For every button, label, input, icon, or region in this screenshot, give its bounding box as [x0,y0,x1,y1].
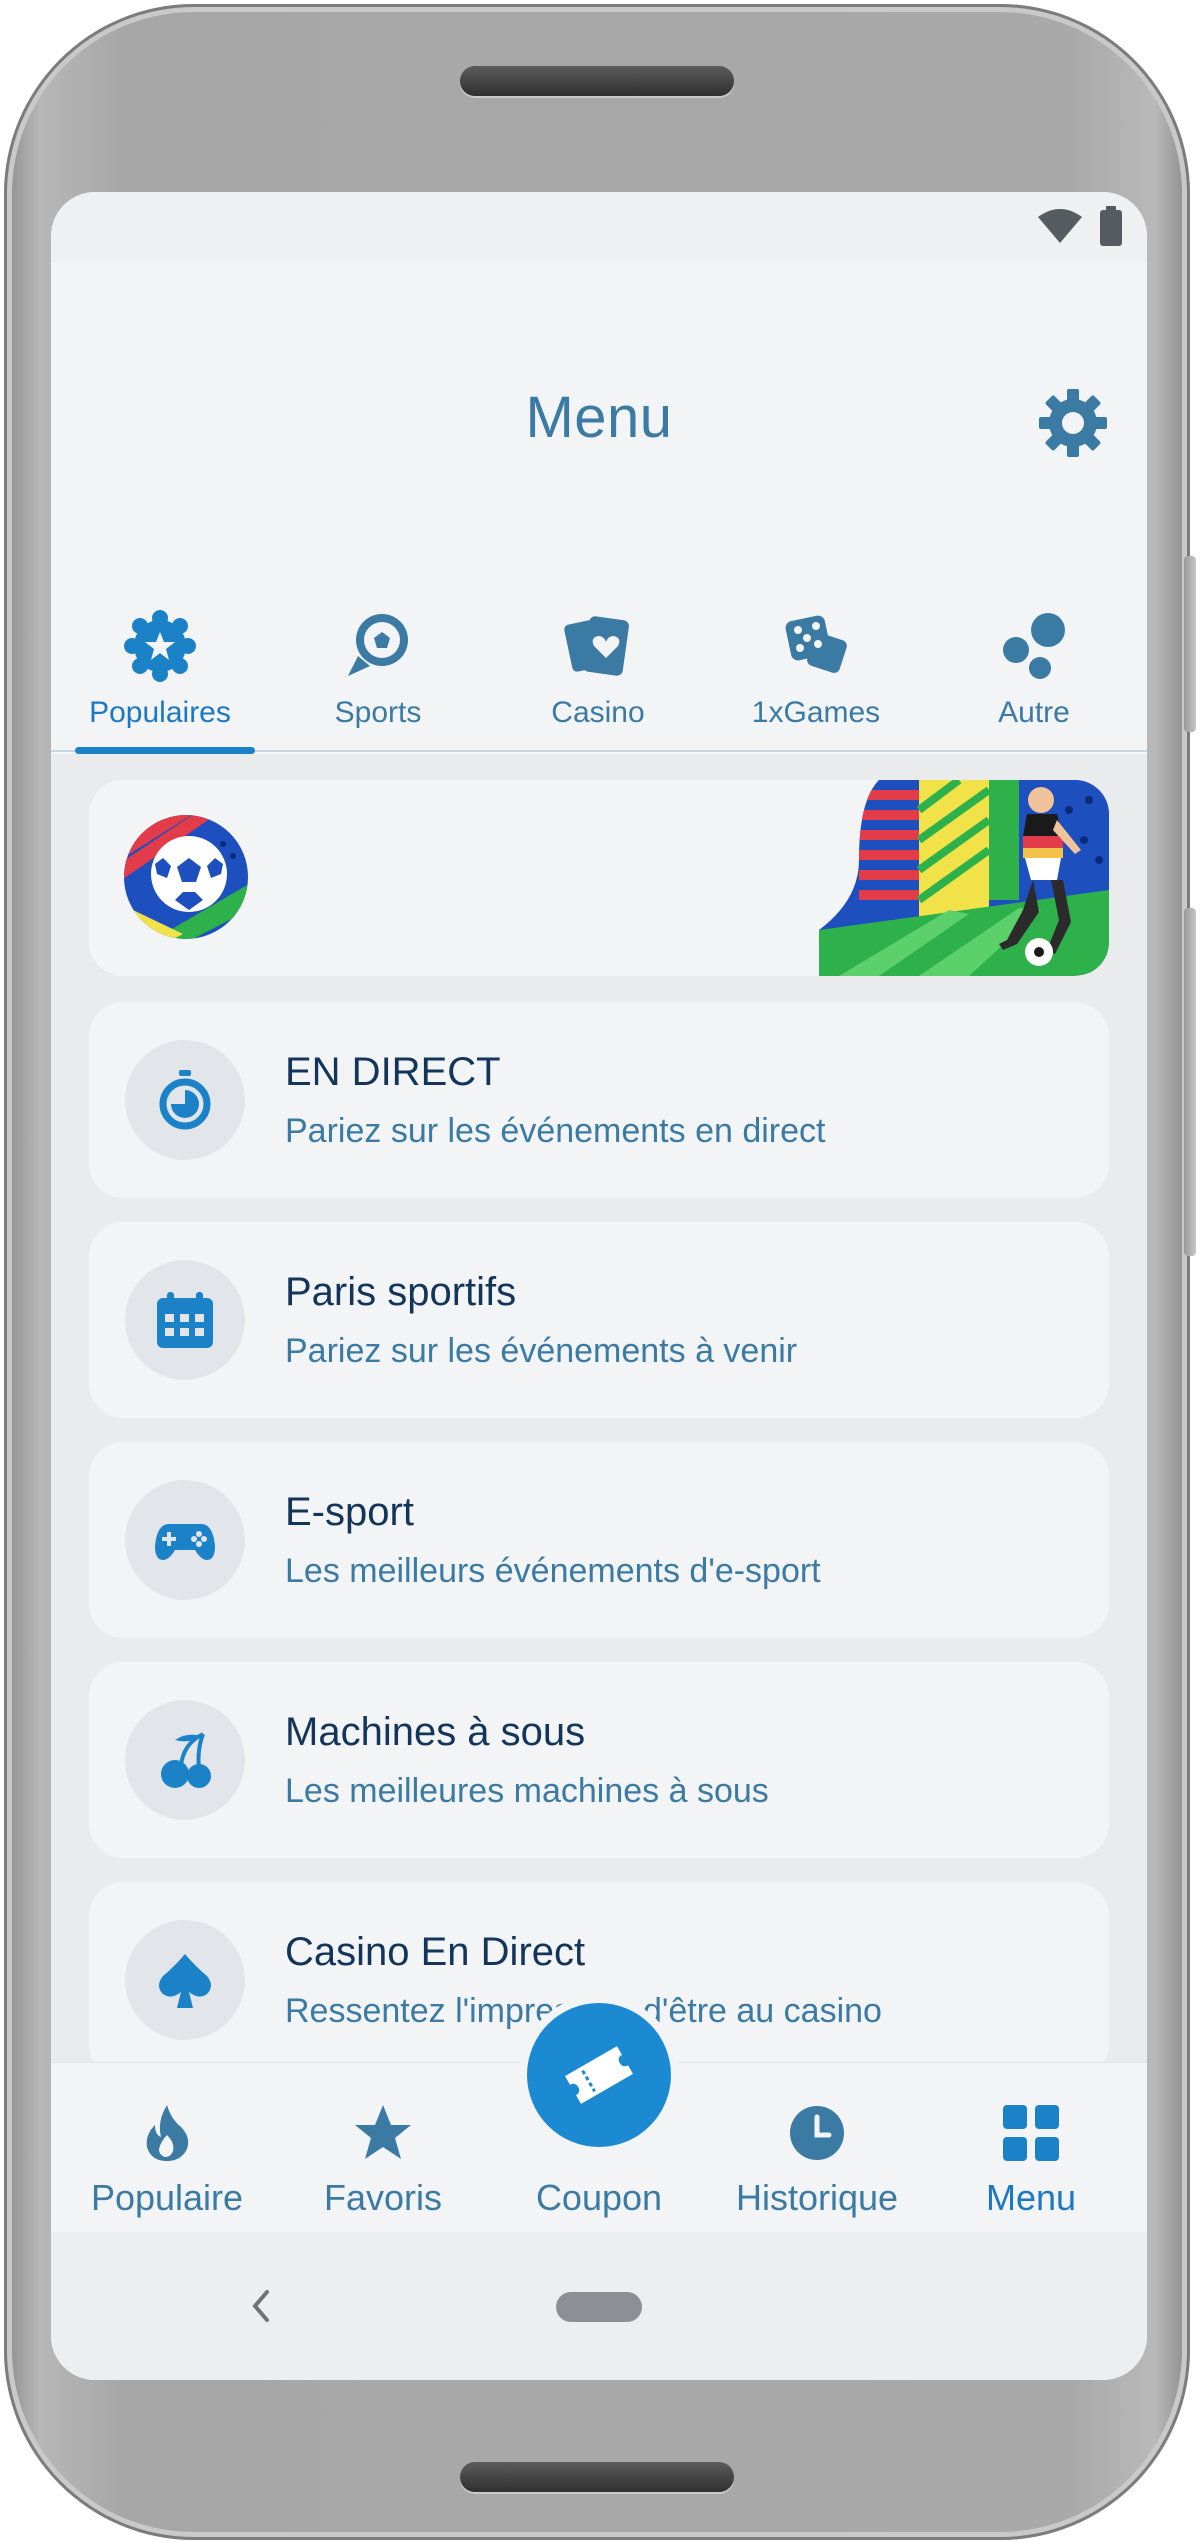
calendar-icon [157,1292,213,1348]
volume-button [1184,556,1196,732]
tab-casino[interactable]: Casino [493,610,703,752]
tab-populaires[interactable]: Populaires [55,610,265,754]
menu-item-en-direct[interactable]: EN DIRECT Pariez sur les événements en d… [89,1002,1109,1198]
icon-circle [125,1480,245,1600]
tab-sports[interactable]: Sports [273,610,483,752]
tab-1xgames[interactable]: 1xGames [711,610,921,752]
phone-frame: Menu Populaires Sports Casino 1xGames Au… [4,4,1196,2540]
power-button [1184,908,1196,1256]
battery-icon [1100,206,1122,246]
menu-item-title: Paris sportifs [285,1270,517,1314]
gamepad-icon [155,1524,215,1560]
bubbles-icon [1003,613,1065,679]
nav-populaire[interactable]: Populaire [67,2103,267,2219]
ticket-icon [565,2046,633,2104]
football-promo-icon [124,815,248,939]
tab-label: Autre [998,696,1070,729]
cherries-icon [161,1732,211,1788]
nav-label: Favoris [323,2177,443,2218]
menu-item-title: EN DIRECT [285,1050,501,1094]
soccer-ball-icon [348,614,408,676]
menu-item-title: Machines à sous [285,1710,586,1754]
star-badge-icon [124,610,196,682]
menu-item-subtitle: Les meilleurs événements d'e-sport [285,1552,821,1590]
nav-coupon[interactable]: Coupon [499,2003,699,2219]
nav-favoris[interactable]: Favoris [283,2103,483,2219]
icon-circle [125,1920,245,2040]
screen: Menu Populaires Sports Casino 1xGames Au… [51,192,1147,2380]
nav-label: Populaire [90,2177,244,2218]
tab-autre[interactable]: Autre [929,610,1139,752]
star-icon [355,2105,411,2159]
menu-item-title: Casino En Direct [285,1930,586,1974]
gear-icon[interactable] [1037,387,1109,459]
tab-label: Sports [334,696,422,729]
wifi-icon [1038,209,1082,243]
nav-label: Menu [985,2177,1077,2218]
clock-icon [790,2106,844,2160]
page-title: Menu [525,385,673,450]
tab-label: 1xGames [751,696,881,729]
nav-label: Historique [735,2177,899,2218]
footballer-illustration [819,780,1109,976]
nav-label: Coupon [535,2177,663,2218]
category-tabs: Populaires Sports Casino 1xGames Autre [51,610,1147,754]
menu-item-subtitle: Les meilleures machines à sous [285,1772,769,1810]
menu-content: EN DIRECT Pariez sur les événements en d… [51,754,1147,2062]
tab-label: Populaires [89,696,231,729]
menu-item-e-sport[interactable]: E-sport Les meilleurs événements d'e-spo… [89,1442,1109,1638]
bottom-speaker [460,2462,734,2492]
menu-item-machines-a-sous[interactable]: Machines à sous Les meilleures machines … [89,1662,1109,1858]
home-pill-button[interactable] [556,2292,642,2322]
menu-item-subtitle: Pariez sur les événements en direct [285,1112,826,1150]
active-tab-indicator [75,747,255,754]
flame-icon [146,2105,189,2161]
system-navigation-bar [51,2232,1147,2380]
nav-menu[interactable]: Menu [931,2103,1131,2219]
status-bar [51,192,1147,262]
promo-banner[interactable] [89,780,1109,976]
earpiece-speaker [460,66,734,96]
dice-icon [785,615,847,673]
grid-icon [1003,2105,1059,2161]
stopwatch-icon [159,1070,211,1130]
nav-historique[interactable]: Historique [717,2103,917,2219]
icon-circle [125,1040,245,1160]
icon-circle [125,1260,245,1380]
tab-label: Casino [551,696,645,729]
menu-item-title: E-sport [285,1490,414,1534]
spade-icon [159,1954,211,2008]
bottom-navigation: Populaire Favoris Coupon Historique Menu [51,2003,1147,2232]
menu-item-paris-sportifs[interactable]: Paris sportifs Pariez sur les événements… [89,1222,1109,1418]
icon-circle [125,1700,245,1820]
playing-card-icon [564,616,629,676]
menu-item-subtitle: Pariez sur les événements à venir [285,1332,798,1370]
coupon-button[interactable] [527,2003,671,2147]
back-icon[interactable] [247,2286,273,2326]
